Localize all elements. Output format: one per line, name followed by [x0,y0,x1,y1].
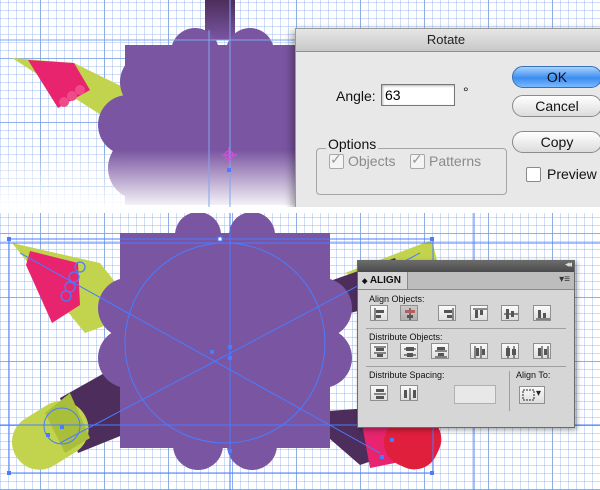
horizontal-distribute-space-icon[interactable] [400,385,418,401]
collapse-icon[interactable]: ◂◂ [565,259,572,270]
horizontal-distribute-center-icon[interactable] [501,343,519,359]
distribute-objects-label: Distribute Objects: [369,332,443,342]
patterns-checkbox-label: Patterns [429,153,482,169]
bottom-canvas-panel: ◂◂ ◆ ALIGN ▾≡ Align Objects: Distribute … [0,213,600,490]
spacing-value-input[interactable] [454,385,496,404]
rotate-dialog: Rotate Angle: ° Options Objects Patterns… [295,28,600,207]
objects-checkbox-label: Objects [348,153,396,169]
vertical-distribute-space-icon[interactable] [370,385,388,401]
objects-checkbox-box[interactable] [329,151,344,169]
copy-button[interactable]: Copy [512,131,600,153]
align-panel: ◂◂ ◆ ALIGN ▾≡ Align Objects: Distribute … [357,259,575,428]
align-tab-row: ◆ ALIGN ▾≡ [358,272,574,290]
vertical-distribute-bottom-icon[interactable] [431,343,449,359]
cancel-button[interactable]: Cancel [512,95,600,117]
ok-button[interactable]: OK [512,66,600,88]
vertical-align-bottom-icon[interactable] [533,305,551,321]
vertical-distribute-center-icon[interactable] [400,343,418,359]
align-panel-topbar[interactable]: ◂◂ [358,259,574,272]
separator [366,366,566,367]
vertical-align-top-icon[interactable] [470,305,488,321]
patterns-checkbox-box[interactable] [410,151,425,169]
horizontal-align-left-icon[interactable] [370,305,388,321]
preview-checkbox[interactable]: Preview [526,166,597,182]
separator [509,371,510,411]
distribute-spacing-label: Distribute Spacing: [369,370,445,380]
tab-align-label: ALIGN [369,275,401,286]
degree-symbol: ° [463,84,469,100]
flower-shape-bottom[interactable] [98,213,352,470]
panel-menu-icon[interactable]: ▾≡ [559,274,570,285]
top-canvas-panel: Rotate Angle: ° Options Objects Patterns… [0,0,600,207]
objects-checkbox[interactable]: Objects [329,151,396,169]
align-objects-label: Align Objects: [369,294,425,304]
preview-checkbox-box[interactable] [526,166,541,182]
horizontal-align-right-icon[interactable] [438,305,456,321]
rotate-dialog-title[interactable]: Rotate [296,29,600,52]
separator [366,328,566,329]
horizontal-align-center-icon[interactable] [400,305,418,321]
angle-label: Angle: [336,88,376,104]
align-to-label: Align To: [516,370,551,380]
patterns-checkbox[interactable]: Patterns [410,151,482,169]
chevron-down-icon: ▾ [536,388,542,399]
tab-arrow-icon: ◆ [362,278,368,285]
tab-align[interactable]: ◆ ALIGN [358,272,408,289]
align-to-dropdown[interactable]: ▾ [519,386,545,404]
horizontal-distribute-left-icon[interactable] [470,343,488,359]
vertical-align-center-icon[interactable] [501,305,519,321]
vertical-distribute-top-icon[interactable] [370,343,388,359]
angle-input[interactable] [381,84,455,106]
preview-checkbox-label: Preview [547,166,597,182]
horizontal-distribute-right-icon[interactable] [533,343,551,359]
